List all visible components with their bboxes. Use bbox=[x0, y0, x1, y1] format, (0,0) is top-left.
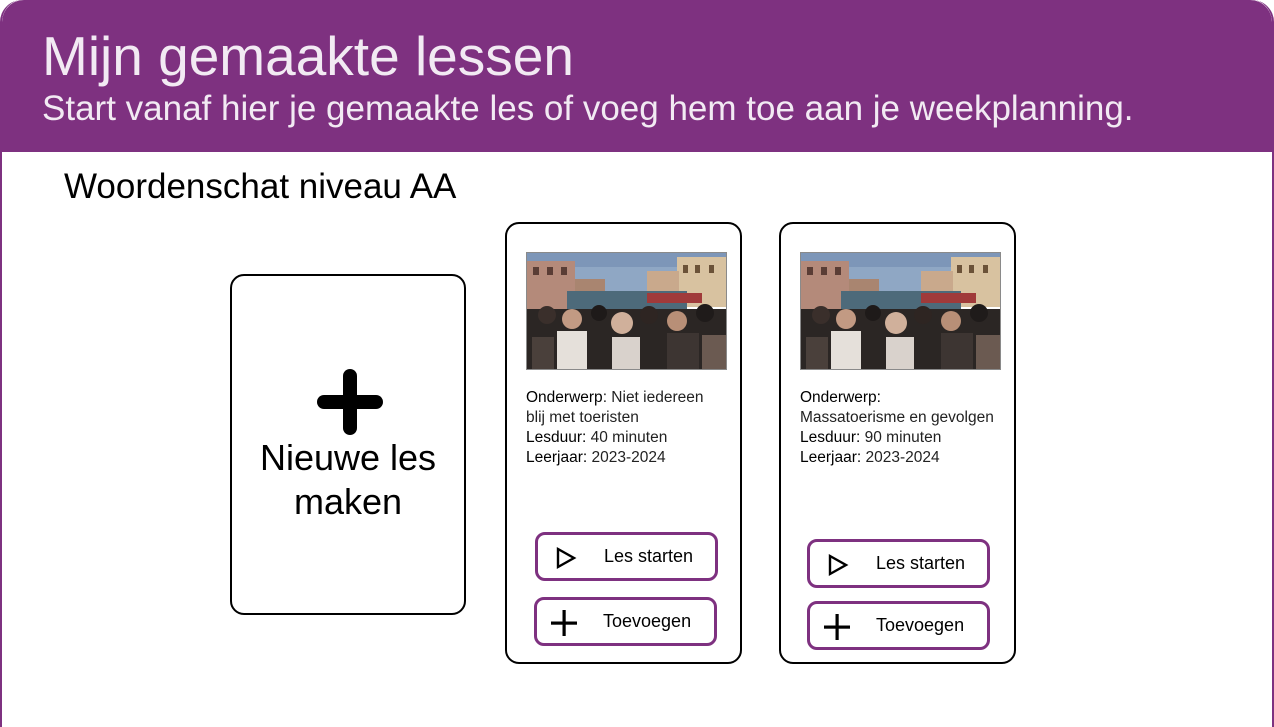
year-line: Leerjaar: 2023-2024 bbox=[800, 448, 1000, 468]
duration-value: 90 minuten bbox=[860, 429, 942, 446]
subject-label: Onderwerp bbox=[526, 389, 603, 406]
add-lesson-label: Toevoegen bbox=[603, 611, 692, 631]
new-lesson-label-line2: maken bbox=[293, 481, 403, 522]
new-lesson-card[interactable]: Nieuwe les maken bbox=[230, 274, 466, 615]
duration-line: Lesduur: 40 minuten bbox=[526, 428, 726, 448]
year-value: 2023-2024 bbox=[587, 449, 666, 466]
lesson-info: Onderwerp: Niet iedereen blij met toeris… bbox=[526, 388, 726, 468]
lesson-card[interactable]: Onderwerp: Massatoerisme en gevolgen Les… bbox=[779, 222, 1016, 664]
subject-value: Massatoerisme en gevolgen bbox=[800, 409, 994, 426]
new-lesson-label-line1: Nieuwe les bbox=[259, 437, 437, 478]
play-icon bbox=[556, 546, 577, 570]
start-lesson-label: Les starten bbox=[604, 546, 694, 566]
plus-icon bbox=[551, 610, 577, 636]
lesson-thumbnail bbox=[800, 252, 1001, 370]
start-lesson-button[interactable]: Les starten bbox=[807, 539, 990, 588]
duration-label: Lesduur: bbox=[800, 429, 861, 446]
start-lesson-label: Les starten bbox=[876, 553, 966, 573]
subject-label: Onderwerp: bbox=[800, 389, 881, 406]
year-label: Leerjaar: bbox=[800, 449, 862, 466]
lesson-card[interactable]: Onderwerp: Niet iedereen blij met toeris… bbox=[505, 222, 742, 664]
duration-line: Lesduur: 90 minuten bbox=[800, 428, 1000, 448]
new-lesson-label: Nieuwe les maken bbox=[232, 436, 464, 524]
subject-line: Onderwerp: Niet iedereen blij met toeris… bbox=[526, 388, 726, 428]
lesson-thumbnail bbox=[526, 252, 727, 370]
section-title: Woordenschat niveau AA bbox=[64, 167, 457, 206]
plus-icon bbox=[317, 369, 383, 435]
duration-label: Lesduur: bbox=[526, 429, 587, 446]
play-icon bbox=[828, 553, 849, 577]
app-frame: Mijn gemaakte lessen Start vanaf hier je… bbox=[0, 0, 1274, 727]
start-lesson-button[interactable]: Les starten bbox=[535, 532, 718, 581]
add-lesson-button[interactable]: Toevoegen bbox=[807, 601, 990, 650]
duration-value: 40 minuten bbox=[586, 429, 668, 446]
year-label: Leerjaar: bbox=[526, 449, 588, 466]
year-value: 2023-2024 bbox=[861, 449, 940, 466]
add-lesson-button[interactable]: Toevoegen bbox=[534, 597, 717, 646]
lesson-info: Onderwerp: Massatoerisme en gevolgen Les… bbox=[800, 388, 1000, 468]
plus-icon bbox=[824, 614, 850, 640]
add-lesson-label: Toevoegen bbox=[876, 615, 965, 635]
page-subtitle: Start vanaf hier je gemaakte les of voeg… bbox=[42, 89, 1134, 128]
page-title: Mijn gemaakte lessen bbox=[42, 25, 574, 87]
page-header: Mijn gemaakte lessen Start vanaf hier je… bbox=[2, 0, 1272, 152]
year-line: Leerjaar: 2023-2024 bbox=[526, 448, 726, 468]
